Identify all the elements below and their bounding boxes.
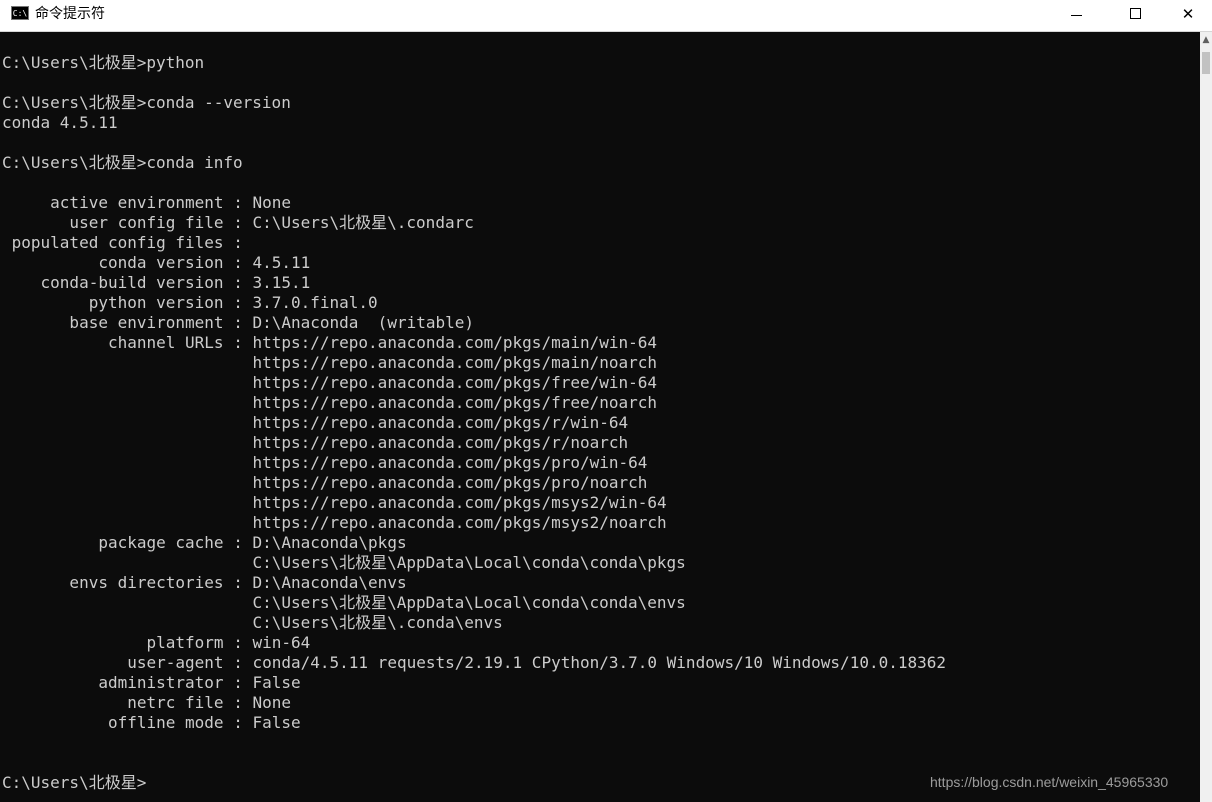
watermark-url: https://blog.csdn.net/weixin_45965330 [930,774,1169,790]
vertical-scrollbar[interactable]: ▲ [1200,32,1212,802]
window-title: 命令提示符 [35,6,105,22]
close-button[interactable]: ✕ [1164,0,1212,31]
minimize-icon [1071,15,1082,16]
minimize-button[interactable] [1047,0,1106,31]
scroll-thumb[interactable] [1202,52,1210,74]
maximize-icon [1130,8,1141,19]
title-bar[interactable]: C:\ 命令提示符 ✕ [0,0,1212,32]
console-output-area[interactable]: C:\Users\北极星>python C:\Users\北极星>conda -… [0,32,1200,802]
cmd-app-icon: C:\ [11,6,29,20]
console-text: C:\Users\北极星>python C:\Users\北极星>conda -… [2,53,947,792]
maximize-button[interactable] [1106,0,1165,31]
scroll-up-icon[interactable]: ▲ [1200,32,1212,49]
close-icon: ✕ [1181,5,1195,23]
